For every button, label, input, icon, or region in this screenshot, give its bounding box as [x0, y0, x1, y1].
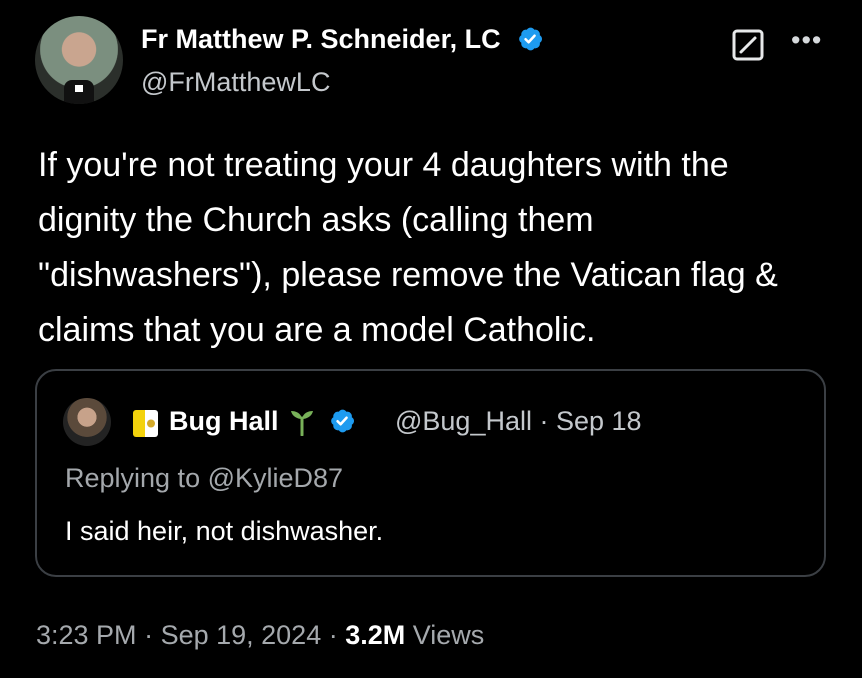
more-icon[interactable]: ••• [791, 27, 822, 54]
quoted-tweet[interactable]: Bug Hall @Bug_Hall · Sep 18 Replying to … [35, 369, 826, 577]
replying-to[interactable]: Replying to @KylieD87 [65, 463, 343, 494]
author-handle[interactable]: @FrMatthewLC [141, 67, 330, 98]
tweet-metadata: 3:23 PM · Sep 19, 2024 · 3.2M Views [36, 620, 484, 651]
quoted-tweet-text: I said heir, not dishwasher. [65, 516, 384, 546]
meta-separator-1: · [136, 620, 161, 650]
verified-badge-icon [519, 27, 543, 51]
bug-hall-avatar[interactable] [63, 398, 111, 446]
tweet-time[interactable]: 3:23 PM [36, 620, 137, 650]
vatican-flag-emblem-icon [147, 419, 155, 428]
tweet-date[interactable]: Sep 19, 2024 [161, 620, 322, 650]
tweet-text: If you're not treating your 4 daughters … [38, 146, 778, 349]
meta-separator-2: · [321, 620, 346, 650]
grok-icon[interactable] [731, 28, 765, 62]
author-avatar[interactable] [35, 16, 123, 104]
quoted-handle-date[interactable]: @Bug_Hall · Sep 18 [395, 406, 642, 437]
author-name-text[interactable]: Fr Matthew P. Schneider, LC [141, 24, 501, 54]
quoted-verified-badge-icon [330, 409, 354, 433]
seedling-icon [291, 411, 314, 436]
quoted-author-name-text[interactable]: Bug Hall [169, 406, 279, 436]
clerical-collar [64, 80, 94, 104]
author-name[interactable]: Fr Matthew P. Schneider, LC [141, 24, 544, 55]
views-count[interactable]: 3.2M [345, 620, 405, 650]
views-label[interactable]: Views [405, 620, 485, 650]
quoted-author-name[interactable]: Bug Hall [169, 404, 356, 437]
vatican-flag-icon [133, 410, 158, 437]
